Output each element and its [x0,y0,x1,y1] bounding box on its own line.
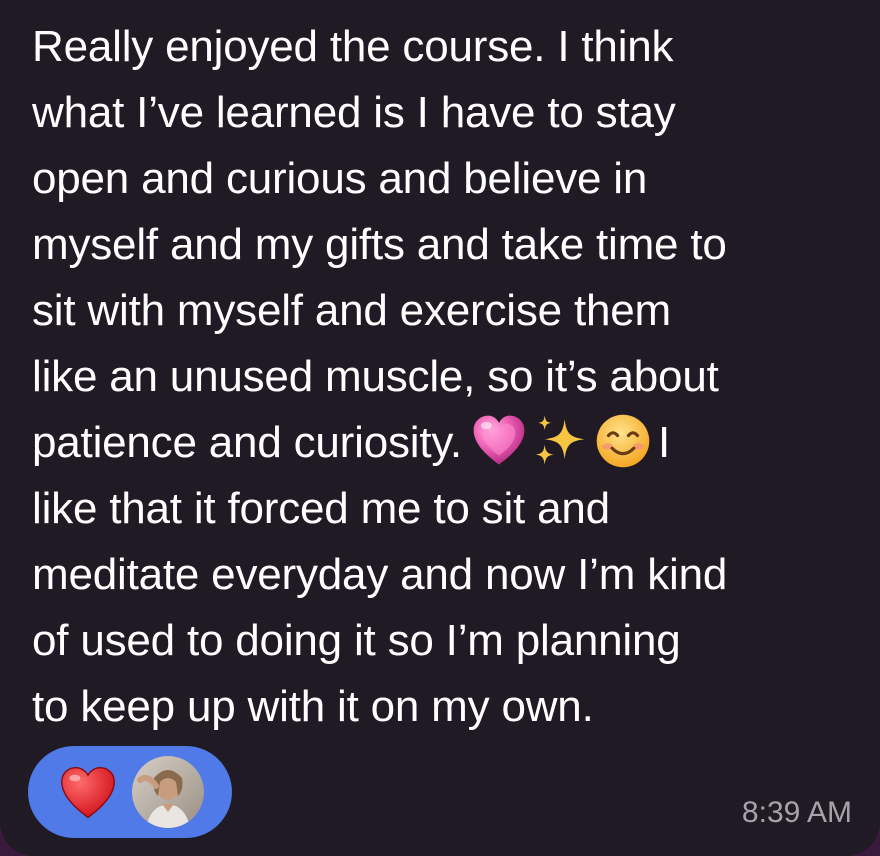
message-line: sit with myself and exercise them [32,286,671,335]
smiling-face-icon [596,415,650,468]
message-line: meditate everyday and now I’m kind [32,550,728,599]
sparkles-icon [535,416,585,465]
message-line: myself and my gifts and take time to [32,220,727,269]
message-text: Really enjoyed the course. I think what … [32,14,872,740]
message-line: of used to doing it so I’m planning [32,616,681,665]
message-line: Really enjoyed the course. I think [32,22,674,71]
message-line-segment: patience and curiosity. [32,418,462,467]
message-bubble[interactable]: Really enjoyed the course. I think what … [0,0,880,856]
avatar[interactable] [132,756,204,828]
message-line-with-emoji: patience and curiosity. I [32,410,872,476]
message-line: to keep up with it on my own. [32,682,594,731]
message-line-segment: I [657,418,670,467]
message-line: open and curious and believe in [32,154,648,203]
message-line: like an unused muscle, so it’s about [32,352,719,401]
growing-heart-icon [473,416,525,465]
reaction-pill[interactable] [28,746,232,838]
message-line: what I’ve learned is I have to stay [32,88,676,137]
message-line: like that it forced me to sit and [32,484,610,533]
red-heart-icon [61,766,115,819]
emoji-group [470,412,652,470]
message-timestamp: 8:39 AM [741,796,852,829]
